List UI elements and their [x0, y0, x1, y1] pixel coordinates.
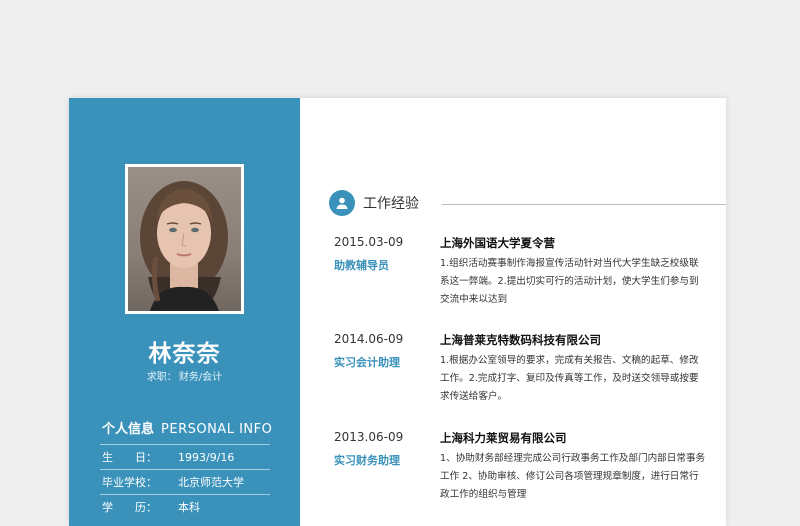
entry-date: 2015.03-09	[334, 235, 404, 249]
personal-info-title-en: PERSONAL INFO	[161, 422, 273, 437]
entry-description: 1.组织活动赛事制作海报宣传活动针对当代大学生缺乏校级联系这一弊端。2.提出切实…	[440, 258, 699, 305]
profile-photo	[128, 167, 241, 311]
experience-heading: 工作经验	[329, 190, 419, 216]
entry-company: 上海普莱克特数码科技有限公司	[440, 333, 601, 347]
entry-description: 1.根据办公室领导的要求，完成有关报告、文稿的起草、修改工作。2.完成打字、复印…	[440, 355, 699, 402]
profile-photo-frame	[125, 164, 244, 314]
entry-role: 助教辅导员	[334, 259, 389, 272]
job-objective-label: 求职：	[146, 372, 177, 383]
info-row-education: 学 历： 本科	[100, 494, 270, 519]
entry-role: 实习会计助理	[334, 356, 400, 369]
entry-date: 2013.06-09	[334, 430, 404, 444]
personal-info-title-cn: 个人信息	[102, 422, 155, 437]
personal-info-heading: 个人信息 PERSONAL INFO	[102, 418, 272, 437]
info-row-birthday: 生 日： 1993/9/16	[100, 444, 270, 469]
entry-date: 2014.06-09	[334, 332, 404, 346]
resume-main: 工作经验 2015.03-09 助教辅导员 上海外国语大学夏令营 1.组织活动赛…	[300, 98, 726, 526]
entry-company: 上海外国语大学夏令营	[440, 236, 555, 250]
entry-company: 上海科力莱贸易有限公司	[440, 431, 567, 445]
user-icon	[329, 190, 355, 216]
job-objective-value: 财务/会计	[178, 372, 223, 383]
info-row-school: 毕业学校： 北京师范大学	[100, 469, 270, 494]
info-label: 学 历：	[102, 501, 157, 514]
job-objective: 求职： 财务/会计	[69, 368, 300, 383]
entry-description: 1、协助财务部经理完成公司行政事务工作及部门内部日常事务工作 2、协助审核、修订…	[440, 453, 706, 500]
resume-sidebar: 林奈奈 求职： 财务/会计 个人信息 PERSONAL INFO 生 日： 1993…	[69, 98, 300, 526]
entry-role: 实习财务助理	[334, 454, 400, 467]
resume-page: 林奈奈 求职： 财务/会计 个人信息 PERSONAL INFO 生 日： 1993…	[69, 98, 726, 526]
info-value: 北京师范大学	[178, 476, 244, 489]
section-divider	[442, 204, 726, 205]
experience-title: 工作经验	[363, 196, 419, 212]
info-value: 本科	[178, 501, 200, 514]
personal-info-list: 生 日： 1993/9/16 毕业学校： 北京师范大学 学 历： 本科	[100, 444, 270, 519]
info-label: 生 日：	[102, 451, 157, 464]
candidate-name: 林奈奈	[148, 341, 221, 367]
info-label: 毕业学校：	[102, 476, 157, 489]
info-value: 1993/9/16	[178, 450, 235, 464]
